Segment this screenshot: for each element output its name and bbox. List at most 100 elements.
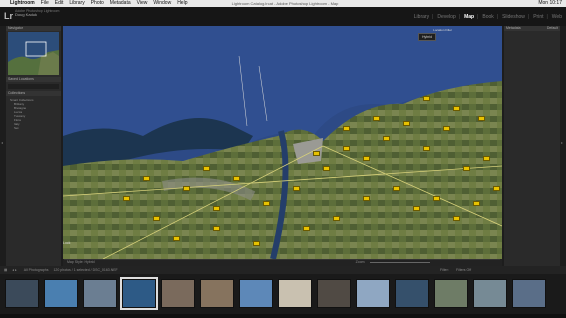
photo-pin-icon[interactable] bbox=[453, 106, 460, 111]
map-toolbar-divider bbox=[64, 259, 500, 260]
photo-pin-icon[interactable] bbox=[123, 196, 130, 201]
saved-locations-search[interactable] bbox=[8, 84, 59, 89]
filmstrip-thumbnail[interactable] bbox=[473, 279, 507, 308]
lightroom-logo: Lr bbox=[4, 11, 13, 21]
map-lock-button[interactable]: Lock bbox=[63, 241, 70, 245]
menu-edit[interactable]: Edit bbox=[55, 0, 64, 7]
filmstrip-thumbnail[interactable] bbox=[83, 279, 117, 308]
module-picker: Library | Develop | Map | Book | Slideshow | Print… bbox=[410, 14, 562, 20]
module-print[interactable]: Print bbox=[533, 14, 543, 20]
filmstrip-thumbnail[interactable] bbox=[356, 279, 390, 308]
zoom-label[interactable]: Zoom bbox=[356, 260, 365, 264]
filmstrip-thumbnail[interactable] bbox=[44, 279, 78, 308]
photo-pin-icon[interactable] bbox=[493, 186, 500, 191]
photo-pin-icon[interactable] bbox=[213, 226, 220, 231]
filmstrip-thumbnail[interactable] bbox=[161, 279, 195, 308]
module-separator: | bbox=[432, 14, 434, 20]
module-map[interactable]: Map bbox=[464, 14, 474, 20]
filmstrip-thumbnail[interactable] bbox=[239, 279, 273, 308]
module-develop[interactable]: Develop bbox=[437, 14, 455, 20]
menu-metadata[interactable]: Metadata bbox=[110, 0, 131, 7]
module-separator: | bbox=[458, 14, 461, 20]
photo-pin-icon[interactable] bbox=[443, 126, 450, 131]
photo-pin-icon[interactable] bbox=[263, 201, 270, 206]
photo-pin-icon[interactable] bbox=[363, 196, 370, 201]
photo-pin-icon[interactable] bbox=[173, 236, 180, 241]
photo-pin-icon[interactable] bbox=[333, 216, 340, 221]
filter-select[interactable]: Filters Off bbox=[456, 266, 471, 274]
map-view[interactable]: File NameDSC_0163.NEFTitleCaptionCopyrig… bbox=[63, 26, 502, 259]
filmstrip-thumbnail[interactable] bbox=[278, 279, 312, 308]
filter-label: Filter: bbox=[440, 268, 449, 272]
photo-pin-icon[interactable] bbox=[363, 156, 370, 161]
module-slideshow[interactable]: Slideshow bbox=[502, 14, 525, 20]
back-forward-icon[interactable]: ◂ ▸ bbox=[12, 268, 17, 272]
metadata-preset[interactable]: Default bbox=[547, 26, 558, 31]
metadata-header[interactable]: Metadata Default bbox=[504, 26, 560, 31]
photo-pin-icon[interactable] bbox=[183, 186, 190, 191]
photo-pin-icon[interactable] bbox=[343, 146, 350, 151]
photo-pin-icon[interactable] bbox=[423, 146, 430, 151]
photo-pin-icon[interactable] bbox=[373, 116, 380, 121]
grid-view-icon[interactable]: ▦ bbox=[4, 268, 7, 272]
tree-item[interactable]: Set bbox=[10, 126, 58, 130]
photo-pin-icon[interactable] bbox=[478, 116, 485, 121]
photo-pin-icon[interactable] bbox=[313, 151, 320, 156]
collections-header[interactable]: Collections bbox=[6, 91, 61, 96]
module-separator: | bbox=[496, 14, 499, 20]
saved-locations-header[interactable]: Saved Locations bbox=[6, 77, 61, 82]
map-style-label[interactable]: Map Style: Hybrid bbox=[67, 260, 95, 264]
navigator-header[interactable]: Navigator bbox=[6, 26, 61, 31]
photo-pin-icon[interactable] bbox=[473, 201, 480, 206]
filmstrip-thumbnail[interactable] bbox=[120, 277, 158, 310]
menu-photo[interactable]: Photo bbox=[91, 0, 104, 7]
module-library[interactable]: Library bbox=[414, 14, 429, 20]
filmstrip-source[interactable]: All Photographs bbox=[24, 268, 49, 272]
photo-pin-icon[interactable] bbox=[303, 226, 310, 231]
location-filter-label[interactable]: Location Filter bbox=[392, 28, 452, 32]
photo-pin-icon[interactable] bbox=[323, 166, 330, 171]
navigator-preview[interactable] bbox=[8, 32, 59, 75]
photo-pin-icon[interactable] bbox=[393, 186, 400, 191]
photo-pin-icon[interactable] bbox=[413, 206, 420, 211]
metadata-title: Metadata bbox=[506, 26, 521, 30]
menu-view[interactable]: View bbox=[137, 0, 148, 7]
photo-pin-icon[interactable] bbox=[423, 96, 430, 101]
photo-pin-icon[interactable] bbox=[483, 156, 490, 161]
map-style-button[interactable]: Hybrid bbox=[418, 33, 436, 41]
satellite-map: File NameDSC_0163.NEFTitleCaptionCopyrig… bbox=[63, 26, 502, 259]
photo-pin-icon[interactable] bbox=[433, 196, 440, 201]
photo-pin-icon[interactable] bbox=[213, 206, 220, 211]
photo-pin-icon[interactable] bbox=[153, 216, 160, 221]
photo-pin-icon[interactable] bbox=[293, 186, 300, 191]
identity-line-2: Doug Kaduk bbox=[15, 12, 38, 17]
filmstrip-thumbnail[interactable] bbox=[434, 279, 468, 308]
menu-library[interactable]: Library bbox=[69, 0, 84, 7]
filmstrip-thumbnail[interactable] bbox=[512, 279, 546, 308]
menu-help[interactable]: Help bbox=[177, 0, 187, 7]
photo-pin-icon[interactable] bbox=[343, 126, 350, 131]
module-book[interactable]: Book bbox=[482, 14, 493, 20]
photo-pin-icon[interactable] bbox=[143, 176, 150, 181]
filmstrip-thumbnail[interactable] bbox=[317, 279, 351, 308]
zoom-slider[interactable] bbox=[369, 261, 430, 263]
photo-pin-icon[interactable] bbox=[203, 166, 210, 171]
menu-app[interactable]: Lightroom bbox=[10, 0, 35, 7]
filmstrip-thumbnail[interactable] bbox=[395, 279, 429, 308]
photo-pin-icon[interactable] bbox=[383, 136, 390, 141]
menu-file[interactable]: File bbox=[41, 0, 49, 7]
photo-pin-icon[interactable] bbox=[403, 121, 410, 126]
left-panel-toggle-icon[interactable]: ◂ bbox=[1, 140, 3, 145]
right-panel-toggle-icon[interactable]: ▸ bbox=[561, 140, 563, 145]
filmstrip-bar: ▦ ◂ ▸ All Photographs 120 photos / 1 sel… bbox=[0, 266, 566, 274]
photo-pin-icon[interactable] bbox=[233, 176, 240, 181]
photo-pin-icon[interactable] bbox=[463, 166, 470, 171]
photo-pin-icon[interactable] bbox=[453, 216, 460, 221]
module-web[interactable]: Web bbox=[552, 14, 562, 20]
menu-window[interactable]: Window bbox=[153, 0, 171, 7]
filmstrip-thumbnail[interactable] bbox=[200, 279, 234, 308]
photo-pin-icon[interactable] bbox=[253, 241, 260, 246]
module-separator: | bbox=[527, 14, 530, 20]
filmstrip-thumbnail[interactable] bbox=[5, 279, 39, 308]
bottom-edge bbox=[0, 314, 566, 318]
